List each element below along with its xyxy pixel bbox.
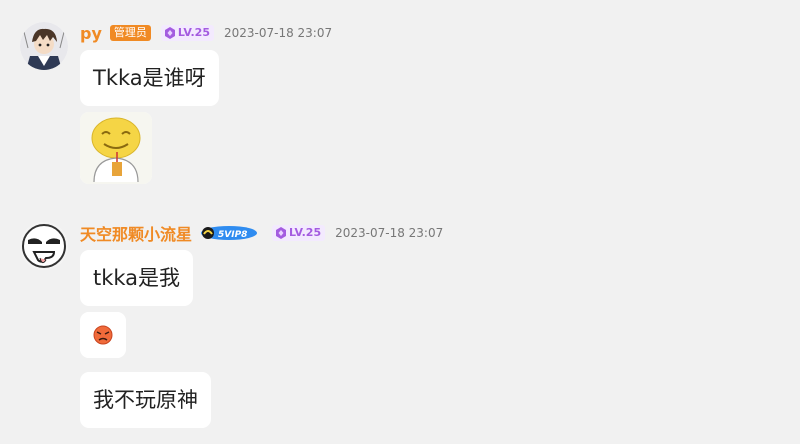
level-gem-icon xyxy=(276,227,287,239)
username[interactable]: 天空那颗小流星 xyxy=(80,221,192,245)
username[interactable]: py xyxy=(80,24,102,43)
emoji-bubble[interactable] xyxy=(80,312,126,358)
vip-badge-text: 5VIP8 xyxy=(218,230,247,240)
timestamp: 2023-07-18 23:07 xyxy=(335,226,444,240)
user-avatar-tiankong[interactable] xyxy=(20,222,68,270)
message-bubble[interactable]: 我不玩原神 xyxy=(80,372,211,428)
admin-badge: 管理员 xyxy=(109,25,151,41)
user-avatar-py[interactable] xyxy=(20,22,68,70)
level-text: LV.25 xyxy=(177,26,210,39)
smiley-cup-sticker-icon xyxy=(80,112,152,184)
message-header: py 管理员 LV.25 2023-07-18 23:07 xyxy=(80,22,332,44)
level-badge: LV.25 xyxy=(160,25,214,41)
message-bubble[interactable]: Tkka是谁呀 xyxy=(80,50,219,106)
sticker-image[interactable] xyxy=(80,112,152,184)
vip-badge: 5VIP8 xyxy=(200,225,258,241)
timestamp: 2023-07-18 23:07 xyxy=(223,26,333,40)
angry-face-emoji-icon xyxy=(80,312,126,358)
level-text: LV.25 xyxy=(289,226,322,239)
level-badge: LV.25 xyxy=(272,225,326,241)
message-bubble[interactable]: tkka是我 xyxy=(80,250,194,306)
message-header: 天空那颗小流星 5VIP8 LV.25 2023-07-18 23:07 xyxy=(80,222,443,244)
level-gem-icon xyxy=(164,27,175,39)
